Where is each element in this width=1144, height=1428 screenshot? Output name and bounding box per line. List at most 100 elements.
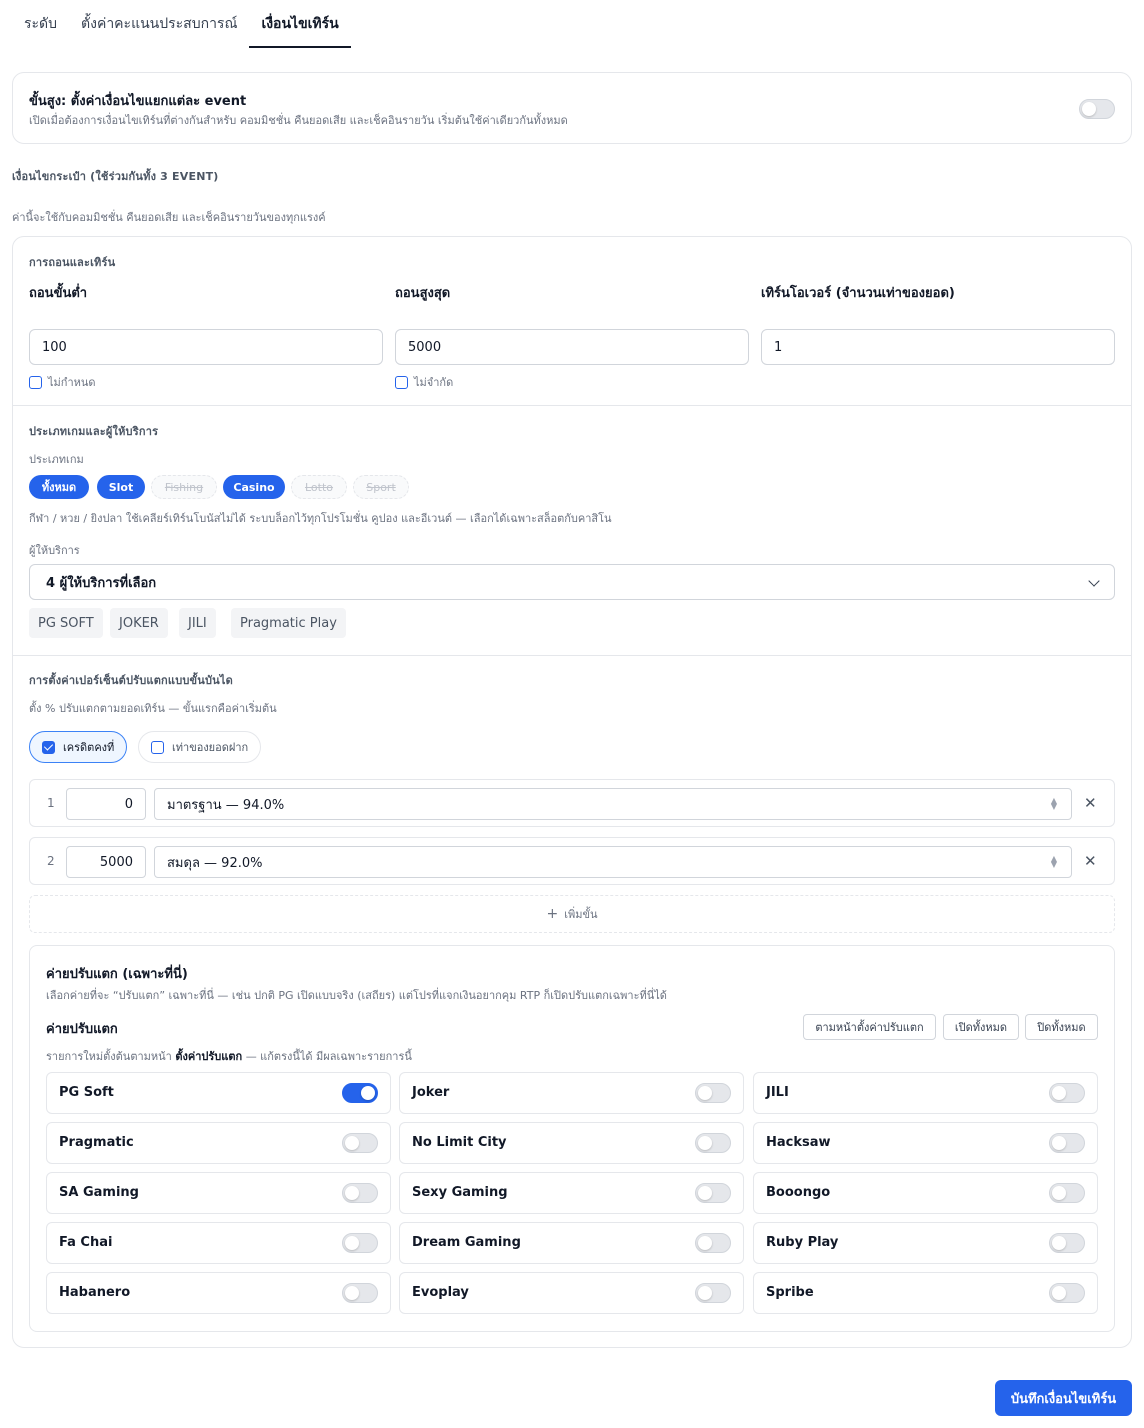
provider-toggle-card: Habanero [46, 1272, 391, 1314]
step-rate-value: มาตรฐาน — 94.0% [167, 797, 285, 813]
note-suffix: — แก้ตรงนี้ได้ มีผลเฉพาะรายการนี้ [245, 1050, 412, 1063]
follow-settings-button[interactable]: ตามหน้าตั้งค่าปรับแตก [803, 1014, 936, 1040]
provider-toggle[interactable] [342, 1083, 378, 1103]
provider-toggle[interactable] [695, 1183, 731, 1203]
open-all-button[interactable]: เปิดทั้งหมด [943, 1014, 1019, 1040]
provider-toggle-card: Pragmatic [46, 1122, 391, 1164]
max-withdraw-unlimited-checkbox[interactable]: ไม่จำกัด [395, 373, 453, 391]
tab-exp-settings[interactable]: ตั้งค่าคะแนนประสบการณ์ [69, 0, 249, 48]
chevron-down-icon [1088, 575, 1100, 587]
provider-tag: JILI [179, 608, 216, 638]
provider-name: Spribe [766, 1285, 814, 1300]
provider-name: Sexy Gaming [412, 1185, 508, 1200]
mode-deposit-multiple[interactable]: เท่าของยอดฝาก [138, 731, 262, 763]
provider-name: Booongo [766, 1185, 831, 1200]
provider-toggle[interactable] [695, 1233, 731, 1253]
close-icon[interactable]: ✕ [1084, 794, 1097, 812]
tier-heading: การตั้งค่าเปอร์เซ็นต์ปรับแตกแบบขั้นบันได [29, 674, 233, 687]
camps-card: ค่ายปรับแตก (เฉพาะที่นี่) เลือกค่ายที่จะ… [29, 945, 1115, 1332]
step-number: 2 [47, 854, 55, 868]
min-withdraw-unset-checkbox[interactable]: ไม่กำหนด [29, 373, 96, 391]
provider-toggle-card: Hacksaw [753, 1122, 1098, 1164]
provider-tag: PG SOFT [29, 608, 103, 638]
provider-toggle[interactable] [1049, 1133, 1085, 1153]
max-withdraw-input[interactable]: 5000 [395, 329, 749, 365]
provider-select[interactable]: 4 ผู้ให้บริการที่เลือก [29, 564, 1115, 600]
divider [13, 405, 1131, 406]
advanced-title: ขั้นสูง: ตั้งค่าเงื่อนไขแยกแต่ละ event [29, 94, 247, 109]
step-amount-input[interactable]: 5000 [66, 846, 146, 878]
chip-all[interactable]: ทั้งหมด [29, 475, 89, 499]
provider-toggle-card: Fa Chai [46, 1222, 391, 1264]
game-type-note: กีฬา / หวย / ยิงปลา ใช้เคลียร์เทิร์นโบนั… [29, 512, 612, 525]
provider-toggle-card: Spribe [753, 1272, 1098, 1314]
tab-turnover-conditions[interactable]: เงื่อนไขเทิร์น [249, 0, 352, 48]
turnover-input[interactable]: 1 [761, 329, 1115, 365]
mode-label: เท่าของยอดฝาก [172, 741, 249, 754]
camps-subtitle: ค่ายปรับแตก [46, 1022, 118, 1037]
tier-step-row: 1 0 มาตรฐาน — 94.0% ▲ ▼ ✕ [29, 779, 1115, 827]
plus-icon: + [546, 906, 559, 922]
provider-tag: Pragmatic Play [231, 608, 346, 638]
provider-toggle[interactable] [1049, 1283, 1085, 1303]
provider-name: Pragmatic [59, 1135, 134, 1150]
provider-name: Ruby Play [766, 1235, 839, 1250]
provider-toggle-card: JILI [753, 1072, 1098, 1114]
checkbox-box [151, 740, 164, 754]
provider-toggle[interactable] [342, 1283, 378, 1303]
provider-toggle[interactable] [695, 1133, 731, 1153]
step-amount-input[interactable]: 0 [66, 788, 146, 820]
provider-toggle[interactable] [342, 1133, 378, 1153]
withdraw-heading: การถอนและเทิร์น [29, 256, 116, 269]
mode-fixed-credit[interactable]: เครดิตคงที่ [29, 731, 128, 763]
tab-level[interactable]: ระดับ [12, 0, 69, 48]
provider-toggle-card: Joker [399, 1072, 744, 1114]
save-button[interactable]: บันทึกเงื่อนไขเทิร์น [995, 1380, 1132, 1416]
provider-name: SA Gaming [59, 1185, 139, 1200]
checkbox-box [395, 375, 408, 389]
provider-toggle[interactable] [1049, 1083, 1085, 1103]
close-icon[interactable]: ✕ [1084, 852, 1097, 870]
camps-title: ค่ายปรับแตก (เฉพาะที่นี่) [46, 967, 188, 982]
provider-toggle[interactable] [342, 1233, 378, 1253]
provider-toggle[interactable] [342, 1183, 378, 1203]
chip-sport: Sport [353, 475, 409, 499]
provider-toggle[interactable] [1049, 1233, 1085, 1253]
checkbox-box [42, 740, 55, 754]
updown-chevron-icon: ▲ ▼ [1050, 854, 1057, 869]
note-prefix: รายการใหม่ตั้งต้นตามหน้า [46, 1050, 172, 1063]
updown-chevron-icon: ▲ ▼ [1050, 796, 1057, 811]
checkbox-label: ไม่จำกัด [414, 376, 454, 389]
min-withdraw-label: ถอนขั้นต่ำ [29, 286, 88, 301]
provider-name: PG Soft [59, 1085, 114, 1100]
game-type-label: ประเภทเกม [29, 453, 84, 466]
provider-name: Fa Chai [59, 1235, 113, 1250]
max-withdraw-label: ถอนสูงสุด [395, 286, 451, 301]
advanced-card: ขั้นสูง: ตั้งค่าเงื่อนไขแยกแต่ละ event เ… [12, 72, 1132, 144]
step-rate-value: สมดุล — 92.0% [167, 855, 263, 871]
chip-slot[interactable]: Slot [97, 475, 145, 499]
provider-toggle-card: Dream Gaming [399, 1222, 744, 1264]
provider-toggle[interactable] [695, 1083, 731, 1103]
provider-label: ผู้ให้บริการ [29, 544, 80, 557]
provider-name: No Limit City [412, 1135, 507, 1150]
camps-description: เลือกค่ายที่จะ “ปรับแตก” เฉพาะที่นี่ — เ… [46, 989, 667, 1002]
provider-name: Habanero [59, 1285, 131, 1300]
wallet-card: การถอนและเทิร์น ถอนขั้นต่ำ 100 ไม่กำหนด … [12, 236, 1132, 1348]
advanced-toggle[interactable] [1079, 99, 1115, 119]
add-step-button[interactable]: + เพิ่มขั้น [29, 895, 1115, 933]
step-rate-select[interactable]: มาตรฐาน — 94.0% ▲ ▼ [154, 788, 1072, 820]
provider-toggle-card: Ruby Play [753, 1222, 1098, 1264]
step-number: 1 [47, 796, 55, 810]
chip-casino[interactable]: Casino [223, 475, 285, 499]
tab-bar: ระดับ ตั้งค่าคะแนนประสบการณ์ เงื่อนไขเทิ… [12, 0, 352, 48]
provider-tag: JOKER [110, 608, 168, 638]
step-rate-select[interactable]: สมดุล — 92.0% ▲ ▼ [154, 846, 1072, 878]
close-all-button[interactable]: ปิดทั้งหมด [1025, 1014, 1098, 1040]
min-withdraw-input[interactable]: 100 [29, 329, 383, 365]
provider-toggle[interactable] [1049, 1183, 1085, 1203]
wallet-description: ค่านี้จะใช้กับคอมมิชชั่น คืนยอดเสีย และเ… [12, 211, 326, 224]
chip-fishing: Fishing [151, 475, 217, 499]
provider-toggle[interactable] [695, 1283, 731, 1303]
provider-toggle-card: SA Gaming [46, 1172, 391, 1214]
